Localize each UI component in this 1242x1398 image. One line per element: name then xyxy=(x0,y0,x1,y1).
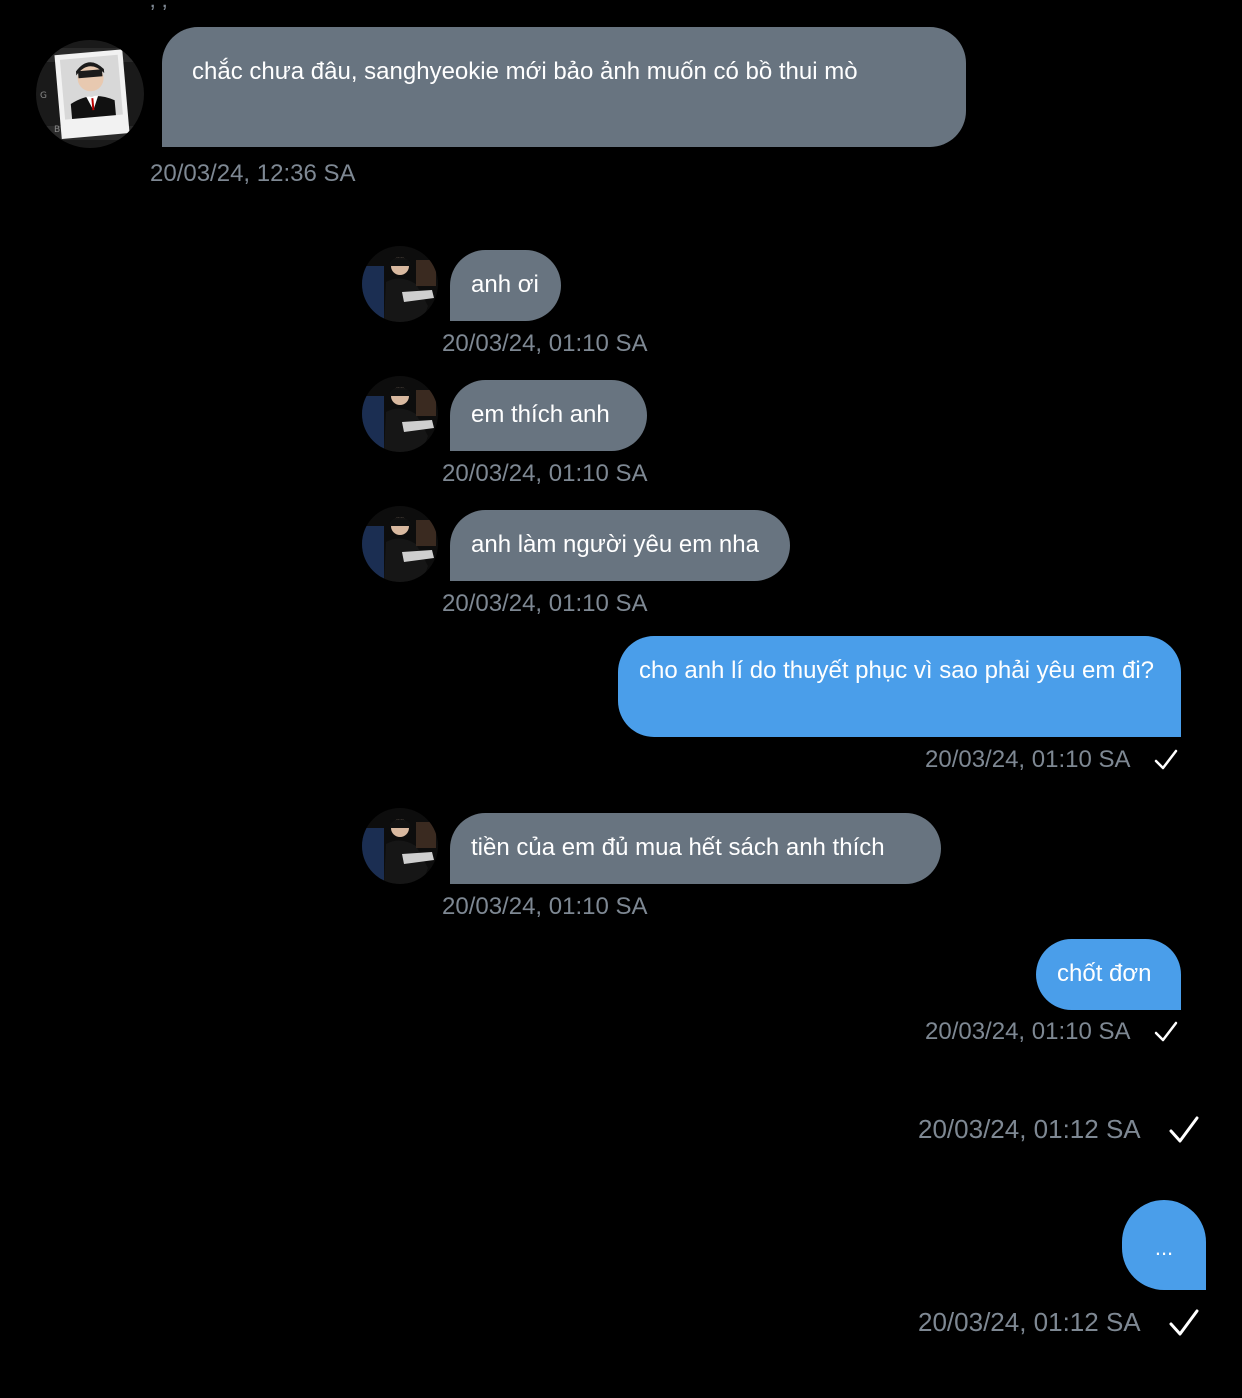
check-icon xyxy=(1154,749,1178,770)
message-bubble[interactable]: anh ơi xyxy=(450,250,561,321)
check-icon xyxy=(1169,1116,1199,1143)
message-text: em thích anh xyxy=(471,401,610,428)
message-timestamp: 20/03/24, 01:10 SA xyxy=(442,893,648,920)
message-bubble[interactable]: anh làm người yêu em nha xyxy=(450,510,790,581)
message-text: chắc chưa đâu, sanghyeokie mới bảo ảnh m… xyxy=(192,58,858,85)
message-text: tiền của em đủ mua hết sách anh thích xyxy=(471,834,885,861)
message-timestamp: 20/03/24, 01:10 SA xyxy=(442,330,648,357)
message-bubble[interactable]: chốt đơn xyxy=(1036,939,1181,1010)
message-text: anh làm người yêu em nha xyxy=(471,531,759,558)
message-timestamp: 20/03/24, 01:10 SA xyxy=(925,1018,1131,1045)
avatar-photo-polaroid-icon[interactable]: G B xyxy=(36,40,144,148)
check-icon xyxy=(1154,1021,1178,1042)
message-timestamp: 20/03/24, 01:12 SA xyxy=(918,1114,1141,1144)
message-bubble[interactable]: ... xyxy=(1122,1200,1206,1290)
message-timestamp: 20/03/24, 01:10 SA xyxy=(925,746,1131,773)
message-timestamp: 20/03/24, 12:36 SA xyxy=(150,160,356,187)
svg-text:G: G xyxy=(40,91,47,101)
message-text: anh ơi xyxy=(471,271,539,298)
message-bubble[interactable]: tiền của em đủ mua hết sách anh thích xyxy=(450,813,941,884)
message-text: chốt đơn xyxy=(1057,960,1152,987)
message-bubble[interactable]: em thích anh xyxy=(450,380,647,451)
svg-text:B: B xyxy=(54,125,60,135)
message-text: ... xyxy=(1154,1235,1174,1260)
avatar-photo-dark-icon[interactable] xyxy=(362,376,438,452)
check-icon xyxy=(1169,1309,1199,1336)
message-text: cho anh lí do thuyết phục vì sao phải yê… xyxy=(639,657,1155,684)
cut-off-timestamp: ‚ ‚ xyxy=(150,0,167,14)
message-timestamp: 20/03/24, 01:10 SA xyxy=(442,460,648,487)
avatar-photo-dark-icon[interactable] xyxy=(362,246,438,322)
message-timestamp: 20/03/24, 01:12 SA xyxy=(918,1307,1141,1337)
message-bubble[interactable]: cho anh lí do thuyết phục vì sao phải yê… xyxy=(618,636,1181,737)
message-timestamp: 20/03/24, 01:10 SA xyxy=(442,590,648,617)
avatar-photo-dark-icon[interactable] xyxy=(362,808,438,884)
message-bubble[interactable]: chắc chưa đâu, sanghyeokie mới bảo ảnh m… xyxy=(162,27,966,147)
avatar-photo-dark-icon[interactable] xyxy=(362,506,438,582)
